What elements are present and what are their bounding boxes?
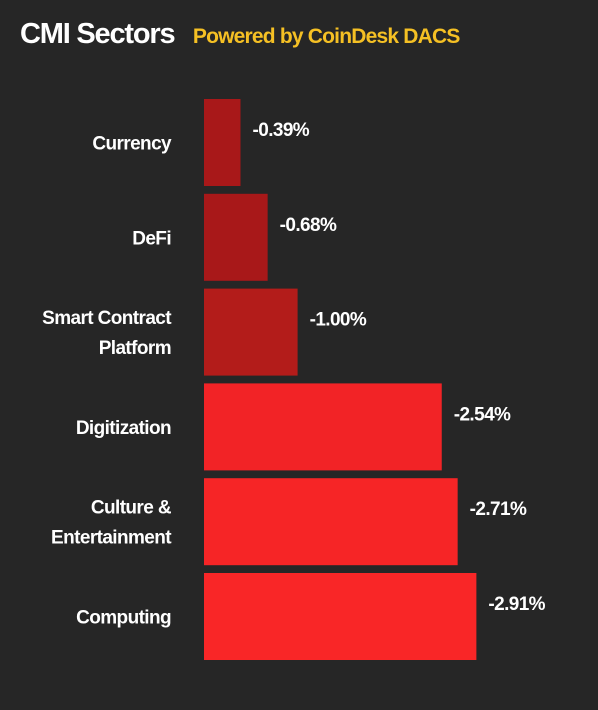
value-label: -2.54% [454, 404, 511, 425]
value-label: -0.39% [253, 120, 310, 141]
value-label: -0.68% [280, 215, 337, 236]
category-label: Smart Contract [42, 308, 172, 329]
bar [204, 478, 458, 566]
value-label: -1.00% [310, 310, 367, 331]
category-label: DeFi [132, 228, 171, 249]
value-label: -2.71% [470, 499, 527, 520]
category-label: Currency [92, 134, 172, 155]
bar [204, 383, 442, 471]
category-label: Platform [99, 338, 171, 359]
bar [204, 573, 477, 660]
category-label: Culture & [91, 498, 172, 519]
bar [204, 193, 268, 281]
category-label: Computing [76, 608, 171, 629]
category-label: Digitization [76, 418, 171, 439]
value-label: -2.91% [488, 594, 545, 615]
bar [204, 288, 298, 376]
bar-chart: -0.39% Currency -0.68% DeFi -1.00% Smart Cont… [42, 99, 546, 660]
category-label: Entertainment [51, 528, 172, 549]
bar [204, 99, 241, 186]
